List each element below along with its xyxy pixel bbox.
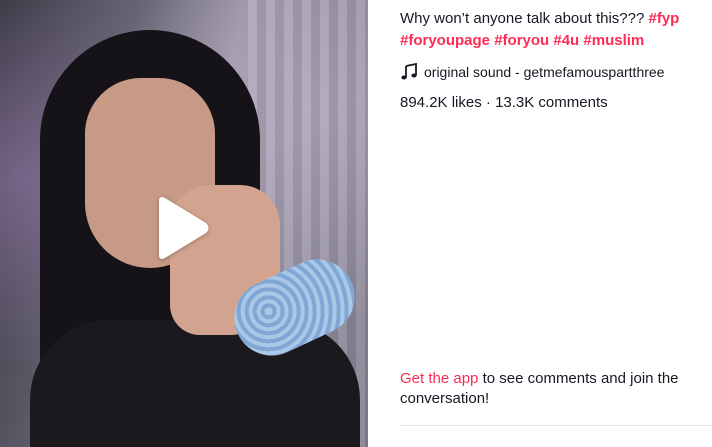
hashtag-link[interactable]: #4u [553,32,579,49]
music-row[interactable]: original sound - getmefamouspartthree [400,61,705,83]
likes-count: 894.2K likes [400,94,482,111]
get-app-link[interactable]: Get the app [400,370,478,387]
divider [400,425,712,426]
post-description: Why won’t anyone talk about this??? #fyp… [400,8,705,52]
post-info: Why won’t anyone talk about this??? #fyp… [400,8,705,111]
stats-separator: · [485,94,491,111]
hashtag-link[interactable]: #fyp [648,10,679,27]
hashtag-link[interactable]: #muslim [583,32,644,49]
play-icon [159,197,209,259]
play-button[interactable] [151,195,211,261]
post-stats: 894.2K likes · 13.3K comments [400,94,705,111]
hashtag-link[interactable]: #foryou [494,32,549,49]
description-text: Why won’t anyone talk about this??? [400,10,649,27]
comments-count: 13.3K comments [495,94,608,111]
video-player[interactable] [0,0,368,447]
music-note-icon [401,63,417,80]
get-app-prompt: Get the app to see comments and join the… [400,369,705,409]
hashtag-link[interactable]: #foryoupage [400,32,490,49]
music-label[interactable]: original sound - getmefamouspartthree [424,64,664,80]
